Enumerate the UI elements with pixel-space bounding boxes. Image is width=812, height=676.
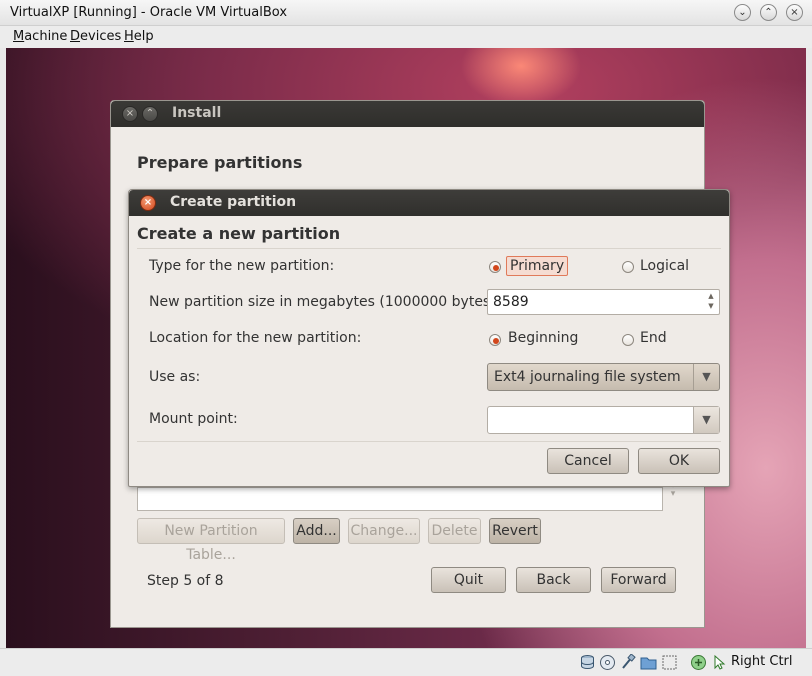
menu-bar: Machine Devices Help xyxy=(0,26,812,48)
chevron-down-icon[interactable]: ▼ xyxy=(693,407,719,433)
vbox-titlebar: VirtualXP [Running] - Oracle VM VirtualB… xyxy=(0,0,812,26)
menu-help-label: elp xyxy=(133,29,154,44)
menu-devices-label: evices xyxy=(80,29,122,44)
forward-button[interactable]: Forward xyxy=(601,567,676,593)
mouse-integration-icon[interactable] xyxy=(711,654,728,671)
menu-devices[interactable]: Devices xyxy=(70,29,121,44)
install-maximize-icon[interactable]: ⌃ xyxy=(142,106,158,122)
back-button[interactable]: Back xyxy=(516,567,591,593)
type-label: Type for the new partition: xyxy=(149,258,335,274)
partition-size-value: 8589 xyxy=(493,294,529,310)
end-radio[interactable] xyxy=(622,334,634,346)
host-key-label: Right Ctrl xyxy=(731,654,793,669)
usb-icon[interactable] xyxy=(619,654,636,671)
window-title: VirtualXP [Running] - Oracle VM VirtualB… xyxy=(10,5,288,20)
delete-partition-button[interactable]: Delete xyxy=(428,518,481,544)
use-as-dropdown[interactable]: Ext4 journaling file system ▼ xyxy=(487,363,720,391)
install-titlebar: × ⌃ Install xyxy=(111,101,704,127)
spin-arrows-icon[interactable]: ▲ ▼ xyxy=(705,291,717,313)
menu-devices-accel: D xyxy=(70,29,81,44)
menu-machine-accel: M xyxy=(13,29,25,44)
change-partition-button[interactable]: Change... xyxy=(348,518,420,544)
use-as-label: Use as: xyxy=(149,369,201,385)
page-title: Prepare partitions xyxy=(137,153,303,172)
status-bar: Right Ctrl xyxy=(0,648,812,676)
dialog-title: Create partition xyxy=(170,194,297,210)
logical-radio[interactable] xyxy=(622,261,634,273)
menu-machine[interactable]: Machine xyxy=(13,29,67,44)
close-button[interactable]: × xyxy=(786,4,803,21)
menu-machine-label: achine xyxy=(24,29,68,44)
maximize-button[interactable]: ⌃ xyxy=(760,4,777,21)
step-indicator: Step 5 of 8 xyxy=(147,573,224,589)
ok-button[interactable]: OK xyxy=(638,448,720,474)
mount-point-combo[interactable]: ▼ xyxy=(487,406,720,434)
revert-button[interactable]: Revert xyxy=(489,518,541,544)
cd-dvd-icon[interactable] xyxy=(599,654,616,671)
partition-table[interactable] xyxy=(137,487,663,511)
end-label[interactable]: End xyxy=(640,330,667,346)
hard-disk-icon[interactable] xyxy=(579,654,596,671)
dialog-close-icon[interactable]: × xyxy=(140,195,156,211)
size-label: New partition size in megabytes (1000000… xyxy=(149,294,501,310)
shared-folder-icon[interactable] xyxy=(640,654,657,671)
beginning-label[interactable]: Beginning xyxy=(508,330,578,346)
guest-display[interactable]: × ⌃ Install Prepare partitions ○▾ New Pa… xyxy=(6,48,806,648)
cancel-button[interactable]: Cancel xyxy=(547,448,629,474)
install-close-icon[interactable]: × xyxy=(122,106,138,122)
divider xyxy=(137,441,721,442)
partition-size-spinbox[interactable]: 8589 ▲ ▼ xyxy=(487,289,720,315)
beginning-radio[interactable] xyxy=(489,334,501,346)
add-partition-button[interactable]: Add... xyxy=(293,518,340,544)
divider xyxy=(137,248,721,249)
primary-radio[interactable] xyxy=(489,261,501,273)
logical-label[interactable]: Logical xyxy=(640,258,689,274)
new-partition-table-button[interactable]: New Partition Table... xyxy=(137,518,285,563)
location-label: Location for the new partition: xyxy=(149,330,362,346)
menu-help-accel: H xyxy=(124,29,134,44)
chevron-down-icon[interactable]: ▼ xyxy=(693,364,719,390)
network-icon[interactable] xyxy=(690,654,707,671)
mount-point-label: Mount point: xyxy=(149,411,238,427)
minimize-button[interactable]: ⌄ xyxy=(734,4,751,21)
create-partition-dialog: × Create partition Create a new partitio… xyxy=(128,189,730,487)
install-title: Install xyxy=(172,105,222,121)
dialog-heading: Create a new partition xyxy=(137,224,341,243)
menu-help[interactable]: Help xyxy=(124,29,154,44)
display-icon[interactable] xyxy=(661,654,678,671)
primary-label[interactable]: Primary xyxy=(506,256,569,276)
use-as-value: Ext4 journaling file system xyxy=(494,369,681,385)
quit-button[interactable]: Quit xyxy=(431,567,506,593)
dialog-titlebar: × Create partition xyxy=(129,190,729,216)
